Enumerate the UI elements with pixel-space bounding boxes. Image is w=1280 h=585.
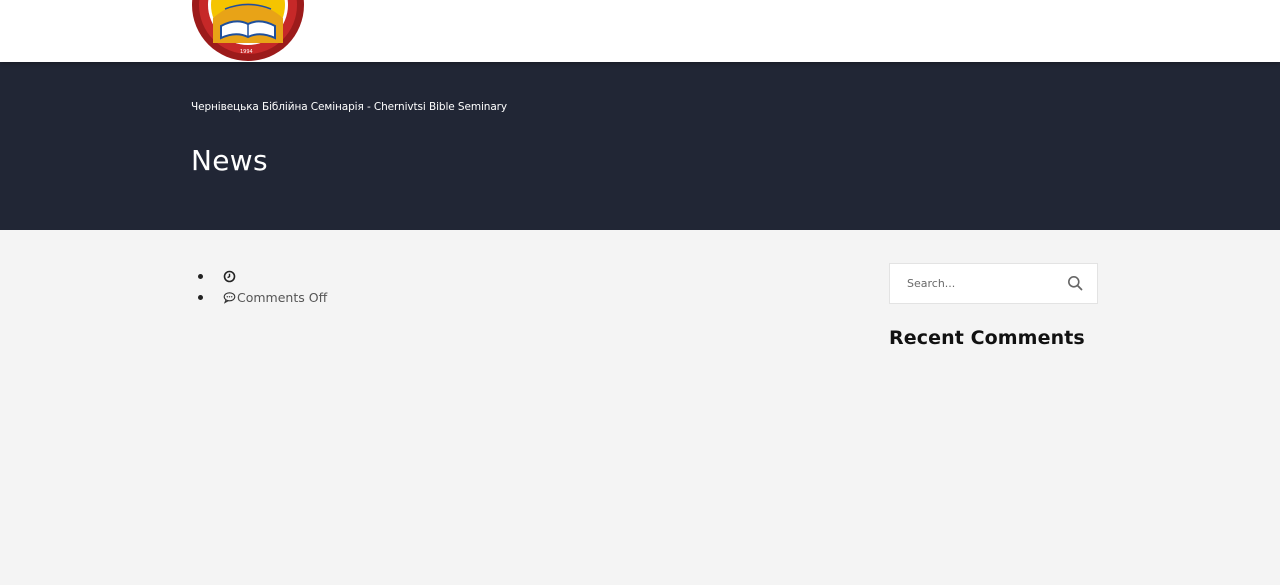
post-meta-list: Comments Off [197, 266, 328, 308]
clock-icon [223, 270, 236, 283]
search-input[interactable] [891, 265, 1061, 302]
logo-year: 1994 [240, 49, 253, 55]
seminary-logo[interactable]: 1994 [191, 0, 305, 62]
speech-bubble-icon [223, 291, 236, 304]
search-form [889, 263, 1098, 304]
post-date-item [197, 266, 327, 287]
search-button[interactable] [1066, 274, 1086, 294]
page-title: News [191, 144, 268, 177]
page-header-banner: Чернівецька Біблійна Семінарія - Cherniv… [0, 62, 1280, 230]
search-icon [1068, 276, 1083, 291]
site-header: 1994 [0, 0, 1280, 62]
main-navigation [430, 0, 1090, 4]
main-content: Comments Off Recent Comments [0, 230, 1280, 585]
post-comments-item: Comments Off [197, 287, 328, 308]
recent-comments-heading: Recent Comments [889, 327, 1085, 349]
comments-status: Comments Off [237, 290, 328, 305]
breadcrumb[interactable]: Чернівецька Біблійна Семінарія - Cherniv… [191, 101, 507, 113]
